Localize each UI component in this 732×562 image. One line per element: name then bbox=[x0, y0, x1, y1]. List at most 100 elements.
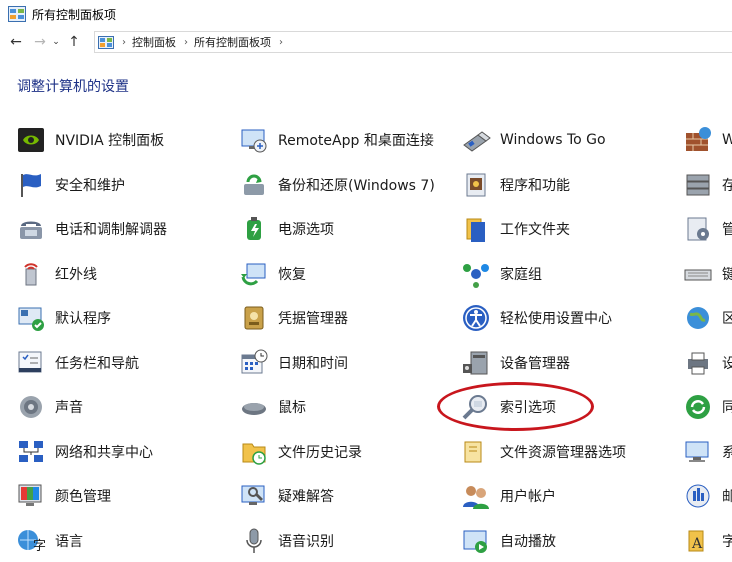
item-region[interactable]: 区 bbox=[683, 298, 732, 338]
item-storage-spaces[interactable]: 存 bbox=[683, 165, 732, 205]
breadcrumb-separator-icon[interactable]: › bbox=[279, 37, 283, 48]
item-mail[interactable]: 邮 bbox=[683, 476, 732, 516]
arrow-right-icon: → bbox=[34, 34, 46, 50]
control-panel-small-icon bbox=[98, 35, 114, 49]
network-icon bbox=[19, 441, 43, 462]
backup-icon bbox=[244, 174, 264, 195]
item-indexing-options[interactable]: 索引选项 bbox=[461, 387, 556, 427]
item-nvidia[interactable]: NVIDIA 控制面板 bbox=[16, 120, 164, 160]
indexing-icon bbox=[462, 395, 487, 420]
breadcrumb-separator-icon[interactable]: › bbox=[184, 37, 188, 48]
item-ease-of-access[interactable]: 轻松使用设置中心 bbox=[461, 298, 612, 338]
firewall-icon bbox=[686, 127, 711, 151]
item-remoteapp[interactable]: RemoteApp 和桌面连接 bbox=[239, 120, 434, 160]
users-icon bbox=[463, 486, 489, 509]
admin-tools-icon bbox=[687, 217, 709, 241]
system-icon bbox=[685, 441, 709, 462]
item-network-sharing[interactable]: 网络和共享中心 bbox=[16, 432, 153, 472]
autoplay-icon bbox=[463, 530, 487, 553]
item-taskbar-navigation[interactable]: 任务栏和导航 bbox=[16, 343, 139, 383]
keyboard-icon bbox=[684, 269, 712, 281]
item-file-history[interactable]: 文件历史记录 bbox=[239, 432, 362, 472]
default-programs-icon bbox=[18, 307, 44, 331]
arrow-up-icon: ↑ bbox=[68, 34, 80, 50]
arrow-left-icon: ← bbox=[10, 34, 22, 50]
item-homegroup[interactable]: 家庭组 bbox=[461, 254, 542, 294]
svg-text:字: 字 bbox=[33, 539, 46, 554]
item-color-management[interactable]: 颜色管理 bbox=[16, 476, 111, 516]
file-history-icon bbox=[242, 443, 266, 465]
item-keyboard[interactable]: 键 bbox=[683, 254, 732, 294]
item-recovery[interactable]: 恢复 bbox=[239, 254, 306, 294]
programs-icon bbox=[466, 173, 486, 197]
address-box[interactable]: › 控制面板 › 所有控制面板项 › bbox=[94, 31, 732, 53]
item-infrared[interactable]: 红外线 bbox=[16, 254, 97, 294]
sync-icon bbox=[686, 395, 710, 419]
item-windows-to-go[interactable]: Windows To Go bbox=[461, 120, 606, 160]
breadcrumb-separator-icon[interactable]: › bbox=[122, 37, 126, 48]
homegroup-icon bbox=[463, 264, 489, 288]
mail-icon bbox=[686, 484, 710, 508]
speaker-icon bbox=[20, 396, 42, 418]
item-date-time[interactable]: 日期和时间 bbox=[239, 343, 348, 383]
address-bar: ← → ⌄ ↑ › 控制面板 › 所有控制面板项 › bbox=[0, 28, 732, 56]
item-credential-manager[interactable]: 凭据管理器 bbox=[239, 298, 348, 338]
item-sound[interactable]: 声音 bbox=[16, 387, 83, 427]
work-folder-icon bbox=[466, 218, 485, 242]
infrared-icon bbox=[24, 263, 38, 286]
title-bar: 所有控制面板项 bbox=[0, 0, 732, 28]
item-backup-restore[interactable]: 备份和还原(Windows 7) bbox=[239, 165, 435, 205]
item-administrative-tools[interactable]: 管 bbox=[683, 209, 732, 249]
item-autoplay[interactable]: 自动播放 bbox=[461, 521, 556, 561]
breadcrumb-control-panel[interactable]: 控制面板 bbox=[132, 34, 176, 50]
usb-drive-icon bbox=[463, 131, 491, 152]
forward-button[interactable]: → bbox=[30, 32, 50, 52]
color-icon bbox=[18, 484, 42, 506]
taskbar-icon bbox=[18, 351, 42, 373]
item-troubleshooting[interactable]: 疑难解答 bbox=[239, 476, 334, 516]
calendar-icon bbox=[241, 349, 268, 374]
back-button[interactable]: ← bbox=[6, 32, 26, 52]
item-language[interactable]: 字 语言 bbox=[16, 521, 83, 561]
page-heading: 调整计算机的设置 bbox=[17, 79, 129, 95]
troubleshoot-icon bbox=[241, 485, 265, 505]
item-security-maintenance[interactable]: 安全和维护 bbox=[16, 165, 125, 205]
control-panel-icon bbox=[8, 6, 26, 22]
up-button[interactable]: ↑ bbox=[64, 32, 84, 52]
item-firewall[interactable]: W bbox=[683, 120, 732, 160]
fonts-icon: A bbox=[688, 530, 704, 552]
item-system[interactable]: 系 bbox=[683, 432, 732, 472]
item-devices-printers[interactable]: 设 bbox=[683, 343, 732, 383]
storage-icon bbox=[686, 174, 710, 196]
chevron-down-icon: ⌄ bbox=[52, 37, 60, 47]
breadcrumb-all-items[interactable]: 所有控制面板项 bbox=[194, 34, 271, 50]
device-manager-icon bbox=[463, 351, 488, 375]
recovery-icon bbox=[241, 263, 266, 286]
item-phone-modem[interactable]: 电话和调制解调器 bbox=[16, 209, 167, 249]
window-title: 所有控制面板项 bbox=[32, 7, 117, 22]
item-mouse[interactable]: 鼠标 bbox=[239, 387, 306, 427]
phone-icon bbox=[20, 221, 42, 239]
item-programs-features[interactable]: 程序和功能 bbox=[461, 165, 570, 205]
item-file-explorer-options[interactable]: 文件资源管理器选项 bbox=[461, 432, 626, 472]
region-icon bbox=[687, 307, 709, 329]
language-icon: 字 bbox=[18, 530, 46, 554]
nvidia-icon bbox=[18, 128, 44, 152]
mouse-icon bbox=[242, 403, 266, 415]
item-speech-recognition[interactable]: 语音识别 bbox=[239, 521, 334, 561]
ease-of-access-icon bbox=[463, 305, 489, 331]
power-icon bbox=[247, 217, 261, 240]
recent-locations-button[interactable]: ⌄ bbox=[50, 32, 62, 52]
item-device-manager[interactable]: 设备管理器 bbox=[461, 343, 570, 383]
item-fonts[interactable]: A 字 bbox=[683, 521, 732, 561]
svg-text:A: A bbox=[691, 536, 703, 552]
item-user-accounts[interactable]: 用户帐户 bbox=[461, 476, 556, 516]
devices-printers-icon bbox=[688, 352, 708, 375]
item-sync-center[interactable]: 同 bbox=[683, 387, 732, 427]
remoteapp-icon bbox=[241, 129, 267, 153]
item-work-folders[interactable]: 工作文件夹 bbox=[461, 209, 570, 249]
item-default-programs[interactable]: 默认程序 bbox=[16, 298, 111, 338]
item-power-options[interactable]: 电源选项 bbox=[239, 209, 334, 249]
microphone-icon bbox=[246, 528, 262, 553]
folder-options-icon bbox=[464, 441, 482, 463]
